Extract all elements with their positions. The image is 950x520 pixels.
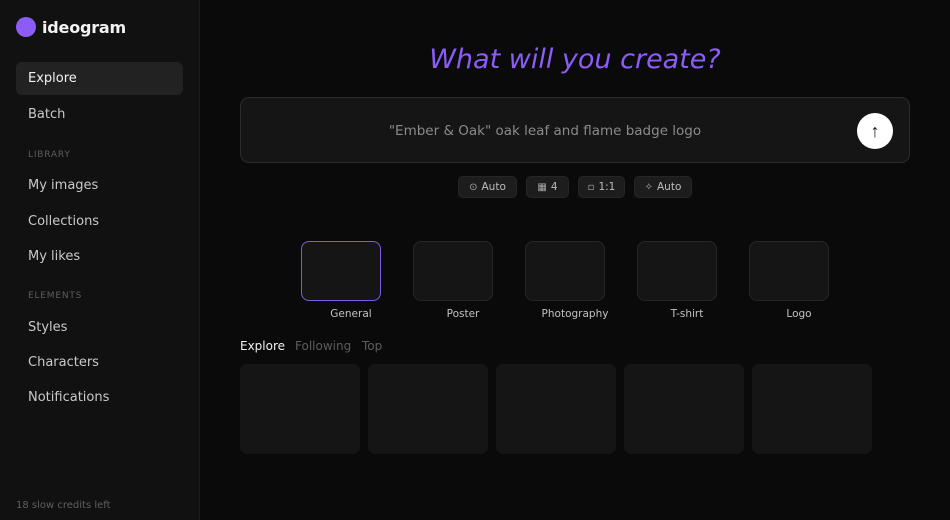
magic-prompt-toggle[interactable]: ⊙ Auto [458, 176, 517, 198]
tab-following[interactable]: Following [295, 339, 351, 353]
image-count-icon: ▦ [537, 181, 547, 193]
style-label-t-shirt: T-shirt [670, 308, 704, 320]
image-count-selector[interactable]: ▦ 4 [526, 176, 569, 198]
sidebar: ideogram Explore Batch LIBRARY My images… [0, 0, 200, 520]
feed-thumbnail[interactable] [752, 364, 872, 454]
style-card-t-shirt[interactable] [637, 241, 717, 301]
sidebar-item-my-images[interactable]: My images [16, 169, 183, 202]
arrow-up-icon: ↑ [870, 120, 880, 141]
magic-prompt-label: Auto [481, 181, 506, 193]
prompt-input[interactable]: "Ember & Oak" oak leaf and flame badge l… [240, 97, 910, 163]
feed-thumbnail[interactable] [496, 364, 616, 454]
style-auto-selector[interactable]: ✧ Auto [634, 176, 692, 198]
brand-name: ideogram [42, 17, 126, 37]
feed-thumbnail[interactable] [240, 364, 360, 454]
sidebar-item-my-likes[interactable]: My likes [16, 240, 183, 273]
brand-logo[interactable]: ideogram [16, 17, 126, 37]
feed-thumbnail[interactable] [624, 364, 744, 454]
style-label-logo: Logo [786, 308, 812, 320]
submit-button[interactable]: ↑ [857, 113, 893, 149]
aspect-ratio-selector[interactable]: ▫ 1:1 [578, 176, 625, 198]
aspect-ratio-label: 1:1 [598, 181, 616, 193]
style-auto-label: Auto [657, 181, 682, 193]
tab-top[interactable]: Top [362, 339, 382, 353]
style-card-photography[interactable] [525, 241, 605, 301]
image-count-label: 4 [550, 181, 558, 193]
sidebar-item-characters[interactable]: Characters [16, 346, 183, 379]
sidebar-item-collections[interactable]: Collections [16, 205, 183, 238]
magic-prompt-icon: ⊙ [469, 181, 478, 193]
style-label-general: General [330, 308, 372, 320]
style-label-poster: Poster [446, 308, 480, 320]
credits-remaining: 18 slow credits left [16, 500, 111, 511]
style-card-poster[interactable] [413, 241, 493, 301]
prompt-text[interactable]: "Ember & Oak" oak leaf and flame badge l… [241, 123, 849, 139]
style-label-photography: Photography [541, 308, 609, 320]
aspect-ratio-icon: ▫ [587, 181, 595, 193]
sidebar-item-explore[interactable]: Explore [16, 62, 183, 95]
tab-explore[interactable]: Explore [240, 339, 285, 353]
ideogram-logo-icon [16, 17, 36, 37]
style-card-general[interactable] [301, 241, 381, 301]
elements-section-label: ELEMENTS [28, 291, 83, 301]
sidebar-item-notifications[interactable]: Notifications [16, 381, 183, 414]
sparkle-icon: ✧ [644, 181, 653, 193]
page-headline: What will you create? [429, 44, 721, 75]
sidebar-item-batch[interactable]: Batch [16, 98, 183, 131]
library-section-label: LIBRARY [28, 150, 71, 160]
feed-thumbnail[interactable] [368, 364, 488, 454]
style-card-logo[interactable] [749, 241, 829, 301]
sidebar-item-styles[interactable]: Styles [16, 311, 183, 344]
